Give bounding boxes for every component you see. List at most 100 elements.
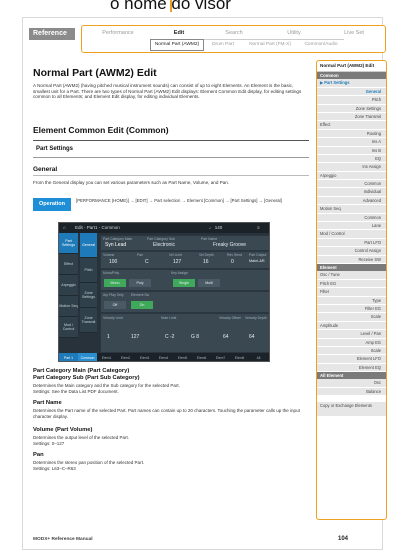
operation-badge: Operation <box>33 198 71 211</box>
nav-drum-part[interactable]: Drum Part <box>204 39 242 50</box>
sidebar-item-copy-exchange[interactable]: Copy or Exchange Elements <box>317 402 386 417</box>
tab-elem7[interactable]: Elem7 <box>211 353 230 361</box>
sidebar-item[interactable]: Part LFO <box>317 238 386 248</box>
sidebar-item[interactable]: Control Assign <box>317 247 386 256</box>
vel-limit-label: Vel Limit <box>169 253 182 257</box>
sidebar-item[interactable]: Amplitude <box>317 321 386 331</box>
velocity-limit-label: Velocity Limit <box>103 316 123 320</box>
sidebar-item[interactable]: Effect <box>317 121 386 130</box>
sidebar-category[interactable]: All Element <box>317 372 386 380</box>
sidebar-category[interactable]: Common <box>317 72 386 80</box>
sidebar-item[interactable]: Amp EG <box>317 338 386 347</box>
tab-common[interactable]: Common <box>78 353 97 361</box>
sidebar-item[interactable]: Type <box>317 296 386 305</box>
velocity-offset-value[interactable]: 64 <box>223 334 229 340</box>
sidebar-item[interactable]: Level / Pan <box>317 330 386 339</box>
tab-motion-seq[interactable]: Motion Seq <box>59 296 78 317</box>
sidebar-item[interactable]: Filter <box>317 288 386 297</box>
nav-search[interactable]: Search <box>204 28 264 38</box>
sidebar-item[interactable]: Arpeggio <box>317 171 386 181</box>
tab-arpeggio[interactable]: Arpeggio <box>59 275 78 296</box>
pan-value[interactable]: C <box>145 259 149 265</box>
sidebar-item[interactable]: EQ <box>317 154 386 164</box>
sidebar-item[interactable]: Element LFO <box>317 355 386 364</box>
arp-off-button[interactable]: Off <box>104 301 126 309</box>
vel-depth-value[interactable]: 16 <box>203 259 209 265</box>
tab-elem4[interactable]: Elem4 <box>154 353 173 361</box>
nav-normal-part-awm2[interactable]: Normal Part (AWM2) <box>150 39 204 51</box>
velocity-limit-high[interactable]: 127 <box>131 334 139 340</box>
part-name-value[interactable]: Freaky Groove <box>213 242 246 248</box>
menu-icon[interactable]: ≡ <box>257 223 260 233</box>
sidebar-item[interactable]: General <box>317 87 386 97</box>
nav-edit[interactable]: Edit <box>154 28 204 38</box>
nav-normal-part-fmx[interactable]: Normal Part (FM-X) <box>242 39 298 50</box>
velocity-limit-low[interactable]: 1 <box>107 334 110 340</box>
tab-all[interactable]: All <box>249 353 268 361</box>
multi-button[interactable]: Multi <box>198 279 220 287</box>
sidebar-item[interactable]: Ins Assign <box>317 163 386 172</box>
tab-part-1[interactable]: Part 1 <box>59 353 78 361</box>
sidebar-item[interactable]: Pitch EG <box>317 279 386 289</box>
tab-part-settings[interactable]: Part Settings <box>59 233 78 254</box>
cat-main-label: Part Category Main <box>103 237 133 241</box>
sidebar-item[interactable]: Common <box>317 180 386 189</box>
sidebar-item[interactable]: Osc <box>317 379 386 388</box>
sidebar-item[interactable]: Lane <box>317 222 386 231</box>
nav-live-set[interactable]: Live Set <box>324 28 384 38</box>
tab-pitch[interactable]: Pitch <box>80 258 97 283</box>
nav-performance[interactable]: Performance <box>82 28 154 38</box>
sidebar-item[interactable]: Scale <box>317 346 386 356</box>
key-assign-label: Key Assign <box>171 271 188 275</box>
tempo-readout: ♩ 140 <box>209 225 223 230</box>
nav-utility[interactable]: Utility <box>264 28 324 38</box>
sidebar-item[interactable]: Motion Seq <box>317 205 386 214</box>
reference-tab[interactable]: Reference <box>29 28 75 40</box>
volume-value[interactable]: 100 <box>109 259 117 265</box>
tab-general[interactable]: General <box>80 233 97 258</box>
part-output-value[interactable]: MainL&R <box>249 259 265 263</box>
nav-common-audio[interactable]: Common/Audio <box>298 39 344 50</box>
cat-main-value[interactable]: Syn Lead <box>105 242 126 248</box>
sidebar-category[interactable]: Element <box>317 263 386 272</box>
tab-elem3[interactable]: Elem3 <box>135 353 154 361</box>
general-body: From the General display you can set var… <box>33 180 230 185</box>
sidebar-item[interactable]: Routing <box>317 129 386 139</box>
sidebar-item[interactable]: Element EQ <box>317 363 386 373</box>
cat-sub-value[interactable]: Electronic <box>153 242 175 248</box>
tab-effect[interactable]: Effect <box>59 254 78 275</box>
sidebar-item[interactable]: Individual <box>317 188 386 197</box>
single-button[interactable]: Single <box>173 279 195 287</box>
sidebar-item[interactable]: Zone Settings <box>317 104 386 113</box>
sidebar-item[interactable]: Receive SW <box>317 255 386 264</box>
element-sw-on-button[interactable]: On <box>131 301 153 309</box>
tab-zone-settings[interactable]: Zone Settings <box>80 283 97 308</box>
velocity-depth-value[interactable]: 64 <box>249 334 255 340</box>
tab-elem5[interactable]: Elem5 <box>173 353 192 361</box>
tab-elem1[interactable]: Elem1 <box>97 353 116 361</box>
sidebar-item[interactable]: Ins B <box>317 146 386 155</box>
sidebar-item[interactable]: ▶ Part Settings <box>317 79 386 88</box>
sidebar-item[interactable]: Common <box>317 213 386 223</box>
sidebar-item[interactable]: Balance <box>317 387 386 397</box>
rev-send-value[interactable]: 0 <box>231 259 234 265</box>
sidebar-item[interactable]: Pitch <box>317 96 386 105</box>
vel-limit-value[interactable]: 127 <box>173 259 181 265</box>
sidebar-item[interactable]: Osc / Tune <box>317 271 386 280</box>
sidebar-item[interactable]: Ins A <box>317 138 386 147</box>
note-limit-high[interactable]: G 8 <box>191 334 199 340</box>
home-icon[interactable]: ⌂ <box>63 225 66 230</box>
tab-mod-control[interactable]: Mod / Control <box>59 317 78 338</box>
sidebar-item[interactable]: Advanced <box>317 196 386 206</box>
note-limit-low[interactable]: C -2 <box>165 334 174 340</box>
mono-button[interactable]: Mono <box>104 279 126 287</box>
sidebar-item[interactable]: Mod / Control <box>317 230 386 239</box>
tab-elem2[interactable]: Elem2 <box>116 353 135 361</box>
sidebar-item[interactable]: Zone Transmit <box>317 112 386 122</box>
tab-elem6[interactable]: Elem6 <box>192 353 211 361</box>
tab-elem8[interactable]: Elem8 <box>230 353 249 361</box>
sidebar-item[interactable]: Scale <box>317 313 386 322</box>
sidebar-item[interactable]: Filter EG <box>317 304 386 314</box>
tab-zone-transmit[interactable]: Zone Transmit <box>80 308 97 333</box>
poly-button[interactable]: Poly <box>129 279 151 287</box>
